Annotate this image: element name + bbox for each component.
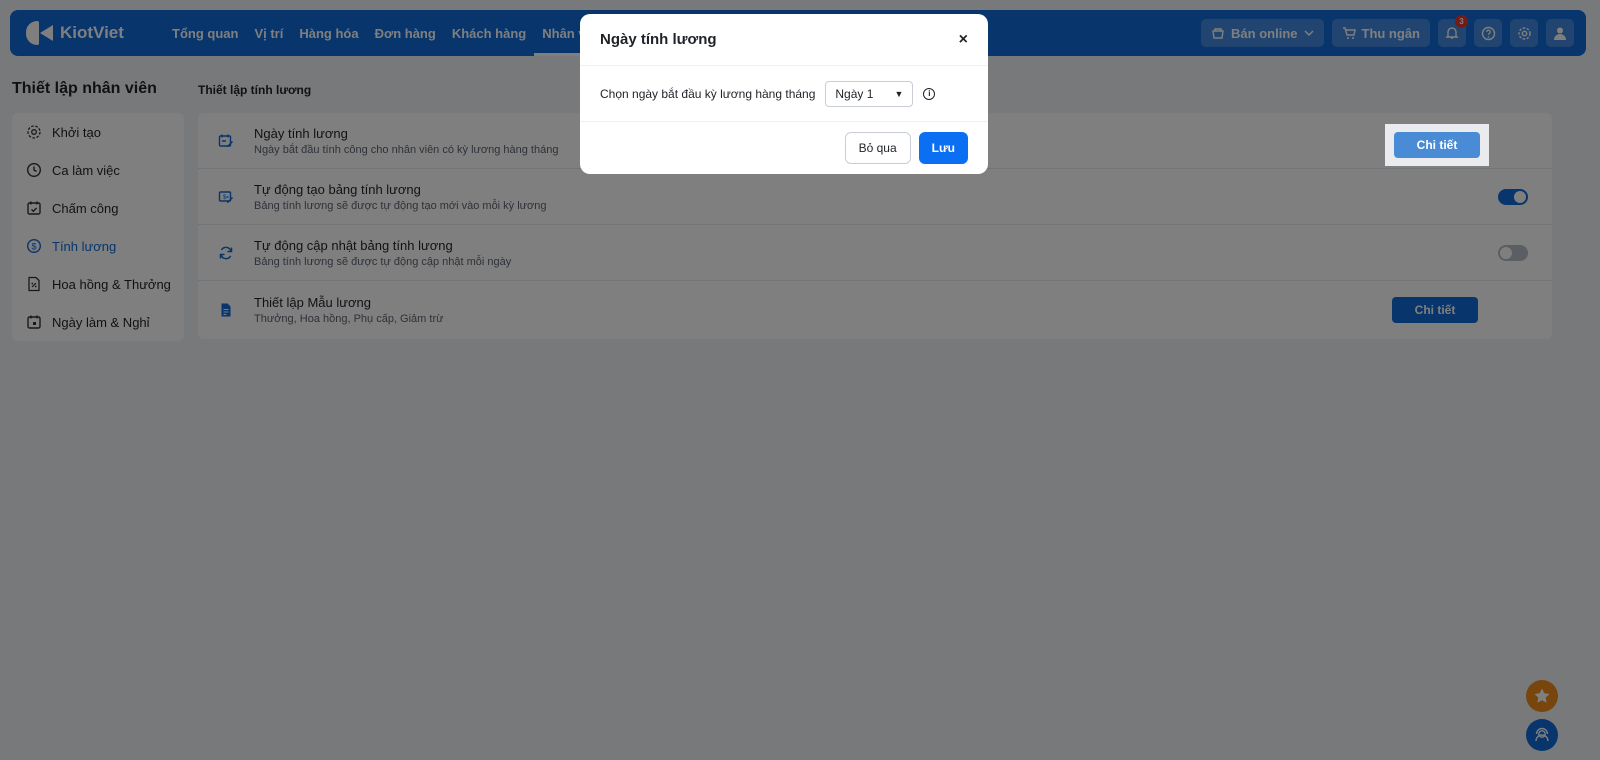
caret-down-icon: ▼ [894,88,904,99]
start-day-label: Chọn ngày bắt đầu kỳ lương hàng tháng [600,86,816,101]
start-day-value: Ngày 1 [835,86,874,101]
highlighted-detail-button[interactable]: Chi tiết [1394,132,1480,158]
info-icon[interactable]: i [923,87,936,100]
highlighted-detail-button-area: Chi tiết [1385,124,1489,166]
close-icon[interactable]: × [959,31,968,49]
save-button[interactable]: Lưu [918,132,968,164]
start-day-select[interactable]: Ngày 1 ▼ [825,80,914,107]
payroll-date-dialog: Ngày tính lương × Chọn ngày bắt đầu kỳ l… [580,14,988,174]
cancel-button[interactable]: Bỏ qua [844,132,911,164]
dialog-title: Ngày tính lương [600,31,717,48]
